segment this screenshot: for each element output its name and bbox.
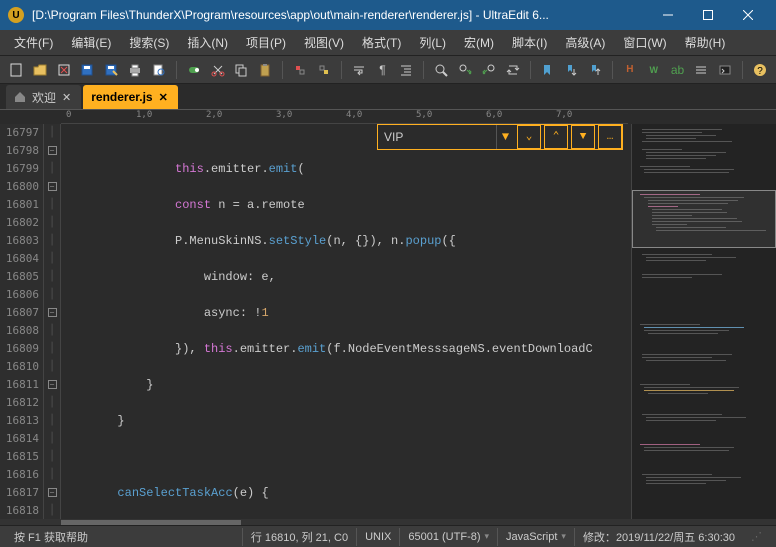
status-position[interactable]: 行 16810, 列 21, C0: [242, 528, 356, 546]
menu-script[interactable]: 脚本(I): [504, 31, 555, 54]
tab-close-icon[interactable]: ✕: [159, 91, 168, 104]
find-icon[interactable]: [431, 60, 451, 80]
menu-file[interactable]: 文件(F): [6, 31, 61, 54]
func-list-icon[interactable]: [691, 60, 711, 80]
search-filter-icon[interactable]: ▼: [571, 125, 595, 149]
status-encoding[interactable]: 65001 (UTF-8)▾: [399, 528, 497, 546]
menu-format[interactable]: 格式(T): [354, 31, 409, 54]
toolbar-separator: [742, 61, 743, 79]
whitespace-icon[interactable]: ¶: [373, 60, 393, 80]
menu-project[interactable]: 项目(P): [238, 31, 294, 54]
menu-window[interactable]: 窗口(W): [615, 31, 674, 54]
search-bar: ▼ ⌄ ⌃ ▼ …: [377, 124, 623, 150]
menu-macro[interactable]: 宏(M): [456, 31, 502, 54]
word-wrap-icon[interactable]: [349, 60, 369, 80]
menu-advanced[interactable]: 高级(A): [557, 31, 613, 54]
status-lineending[interactable]: UNIX: [356, 528, 399, 546]
search-more-icon[interactable]: …: [598, 125, 622, 149]
toggle-icon[interactable]: [184, 60, 204, 80]
status-resize-grip[interactable]: ⋰: [743, 528, 770, 546]
tab-close-icon[interactable]: ✕: [62, 91, 71, 104]
w3c-icon[interactable]: W: [644, 60, 664, 80]
saveas-icon[interactable]: [101, 60, 121, 80]
search-prev-icon[interactable]: ⌃: [544, 125, 568, 149]
html-icon[interactable]: H: [620, 60, 640, 80]
status-help: 按 F1 获取帮助: [6, 528, 242, 546]
status-modified: 修改：2019/11/22/周五 6:30:30: [574, 528, 743, 546]
spell-icon[interactable]: ab: [668, 60, 688, 80]
chevron-down-icon: ▾: [561, 531, 566, 542]
code-editor[interactable]: ▼ ⌄ ⌃ ▼ … this.emitter.emit( const n = a…: [61, 124, 631, 519]
help-icon[interactable]: ?: [750, 60, 770, 80]
menu-edit[interactable]: 编辑(E): [63, 31, 119, 54]
find-next-icon[interactable]: [455, 60, 475, 80]
status-language[interactable]: JavaScript▾: [497, 528, 574, 546]
save-icon[interactable]: [77, 60, 97, 80]
minimap[interactable]: [631, 124, 776, 519]
minimap-canvas: [632, 124, 776, 519]
statusbar: 按 F1 获取帮助 行 16810, 列 21, C0 UNIX 65001 (…: [0, 525, 776, 547]
tab-label: 欢迎: [32, 89, 56, 106]
home-icon: [14, 91, 26, 103]
toolbar-separator: [176, 61, 177, 79]
menu-column[interactable]: 列(L): [411, 31, 454, 54]
close-button[interactable]: [728, 1, 768, 29]
toolbar-separator: [612, 61, 613, 79]
indent-icon[interactable]: [396, 60, 416, 80]
editor-area: 1679716798167991680016801168021680316804…: [0, 124, 776, 519]
toolbar: ¶ H W ab ?: [0, 56, 776, 84]
mark-red-icon[interactable]: [290, 60, 310, 80]
print-icon[interactable]: [125, 60, 145, 80]
toolbar-separator: [282, 61, 283, 79]
line-gutter: 1679716798167991680016801168021680316804…: [0, 124, 44, 519]
toolbar-separator: [423, 61, 424, 79]
chevron-down-icon: ▾: [485, 531, 490, 542]
open-file-icon[interactable]: [30, 60, 50, 80]
menu-help[interactable]: 帮助(H): [677, 31, 734, 54]
tab-label: renderer.js: [91, 90, 152, 104]
menu-insert[interactable]: 插入(N): [179, 31, 236, 54]
bookmark-icon[interactable]: [537, 60, 557, 80]
fold-gutter[interactable]: │−│−││││││−│││−│││││−│: [44, 124, 61, 519]
menubar: 文件(F) 编辑(E) 搜索(S) 插入(N) 项目(P) 视图(V) 格式(T…: [0, 30, 776, 56]
tab-welcome[interactable]: 欢迎 ✕: [6, 85, 81, 109]
replace-icon[interactable]: [503, 60, 523, 80]
close-file-icon[interactable]: [54, 60, 74, 80]
minimap-viewport[interactable]: [632, 190, 776, 248]
search-next-icon[interactable]: ⌄: [517, 125, 541, 149]
window-title: [D:\Program Files\ThunderX\Program\resou…: [32, 8, 648, 22]
toolbar-separator: [341, 61, 342, 79]
terminal-icon[interactable]: [715, 60, 735, 80]
minimize-button[interactable]: [648, 1, 688, 29]
ruler: 0 1,0 2,0 3,0 4,0 5,0 6,0 7,0: [61, 110, 628, 124]
tab-renderer[interactable]: renderer.js ✕: [83, 85, 178, 109]
bookmark-next-icon[interactable]: [561, 60, 581, 80]
cut-icon[interactable]: [208, 60, 228, 80]
mark-yellow-icon[interactable]: [314, 60, 334, 80]
toolbar-separator: [530, 61, 531, 79]
titlebar: U [D:\Program Files\ThunderX\Program\res…: [0, 0, 776, 30]
maximize-button[interactable]: [688, 1, 728, 29]
search-dropdown-icon[interactable]: ▼: [496, 125, 514, 149]
find-prev-icon[interactable]: [479, 60, 499, 80]
search-input[interactable]: [378, 125, 496, 149]
menu-view[interactable]: 视图(V): [296, 31, 352, 54]
svg-text:?: ?: [757, 66, 763, 77]
paste-icon[interactable]: [255, 60, 275, 80]
copy-icon[interactable]: [231, 60, 251, 80]
bookmark-prev-icon[interactable]: [585, 60, 605, 80]
menu-search[interactable]: 搜索(S): [121, 31, 177, 54]
print-preview-icon[interactable]: [149, 60, 169, 80]
new-file-icon[interactable]: [6, 60, 26, 80]
tab-bar: 欢迎 ✕ renderer.js ✕: [0, 84, 776, 110]
app-icon: U: [8, 7, 24, 23]
